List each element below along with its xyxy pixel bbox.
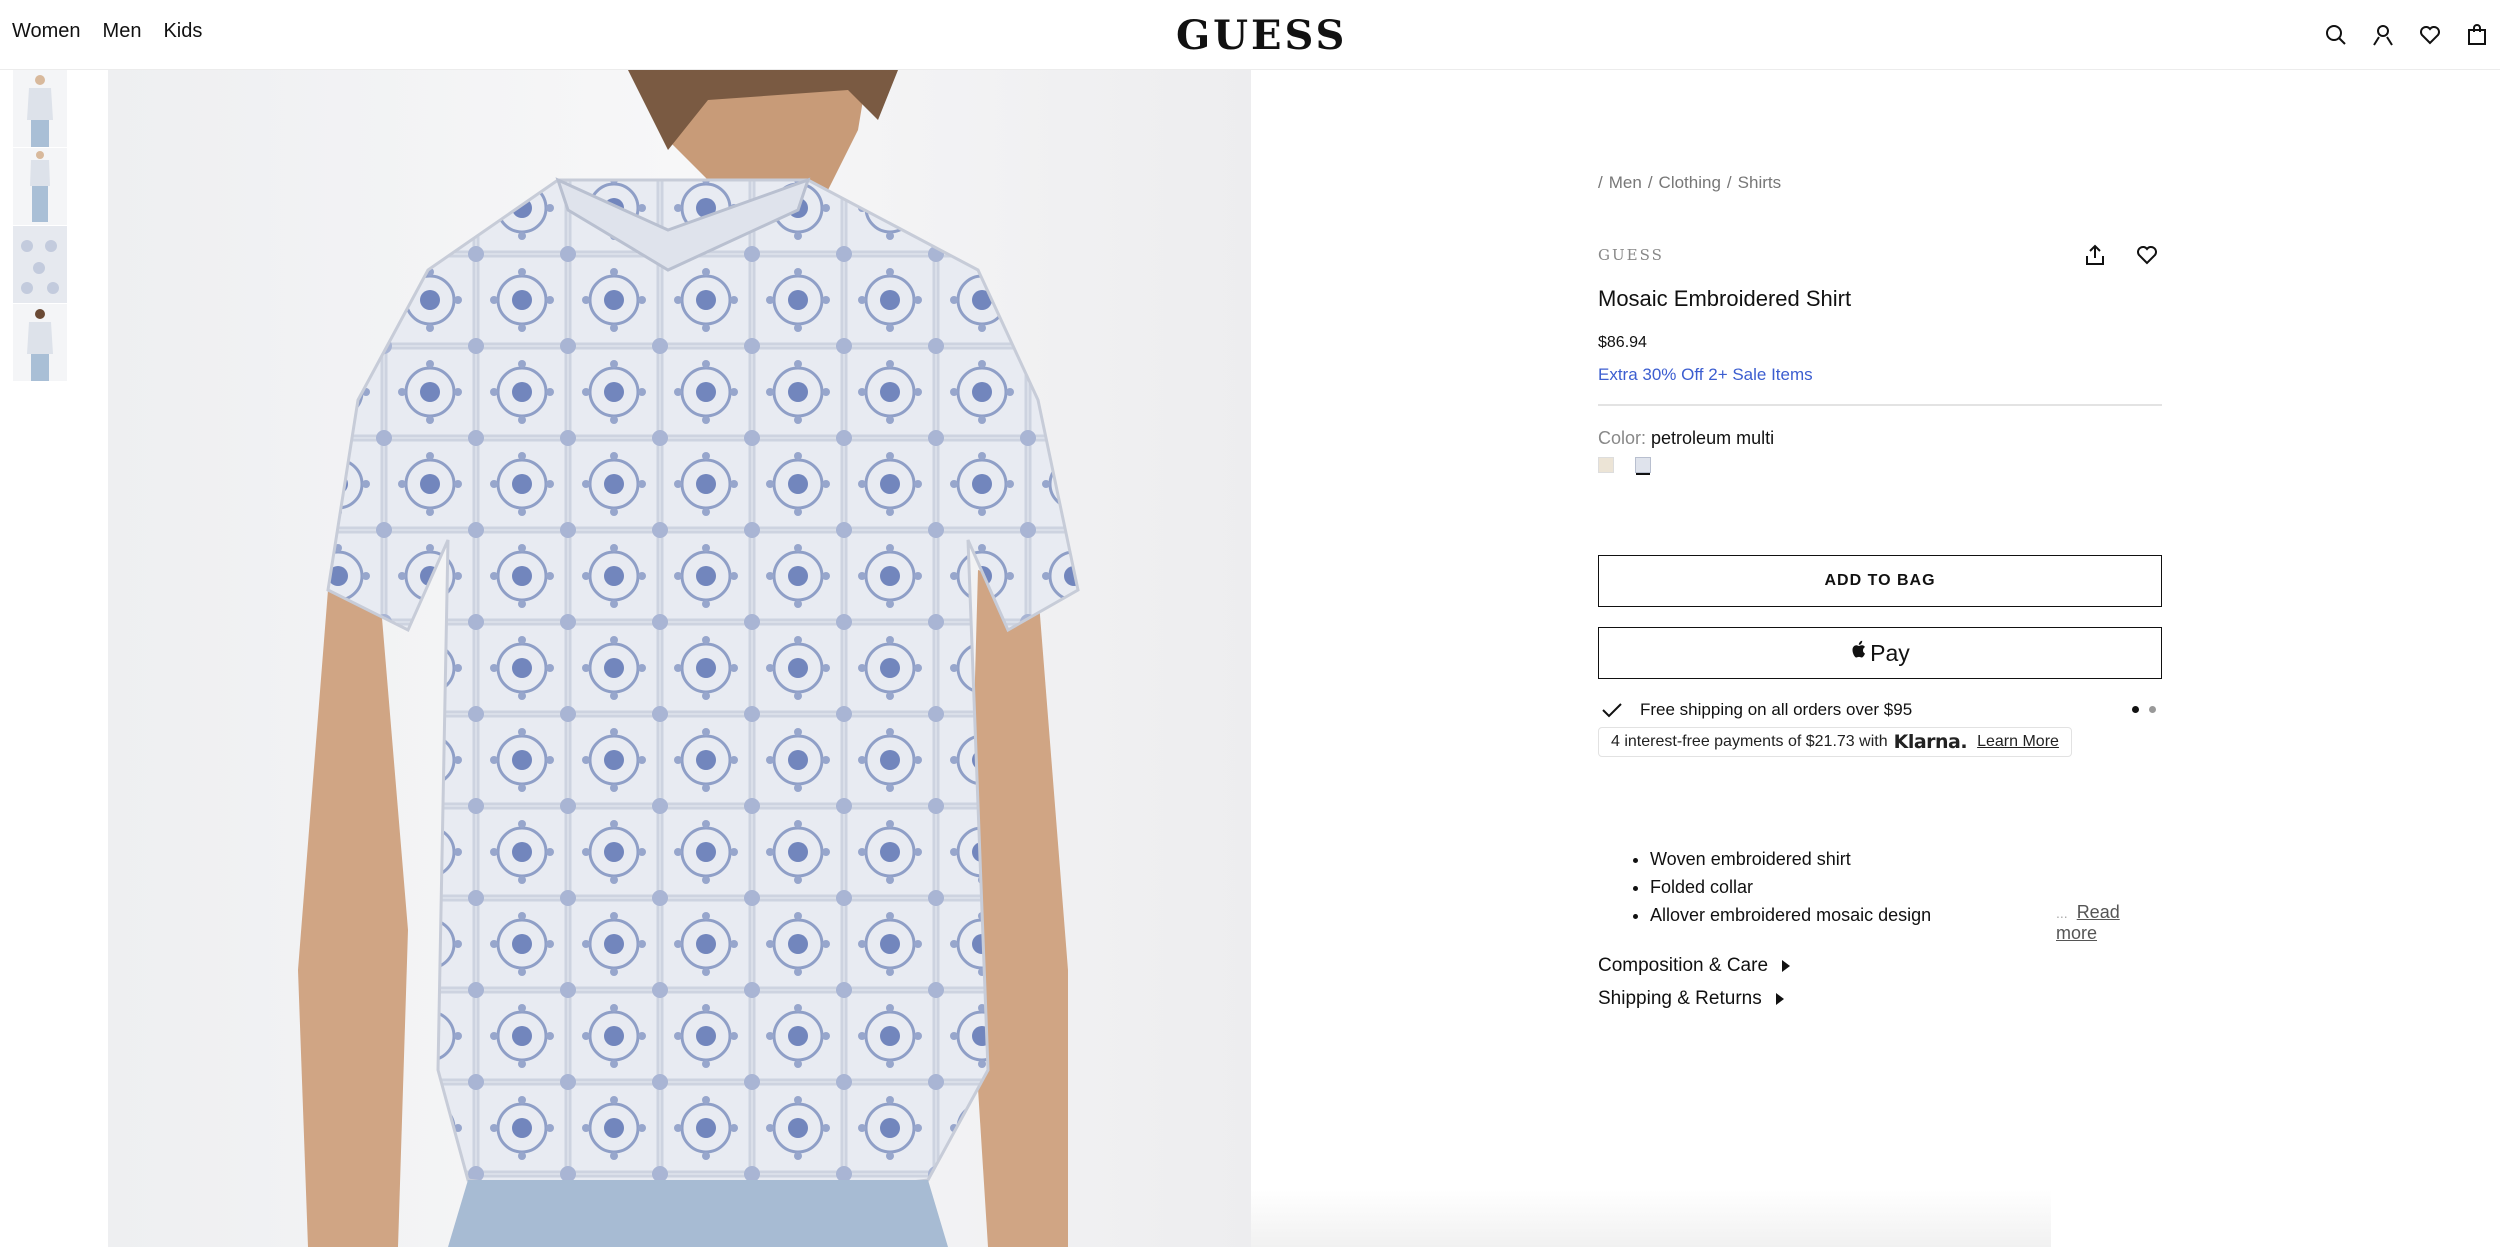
- shirt-full-thumbnail[interactable]: [13, 148, 67, 226]
- main-product-image[interactable]: [108, 70, 1251, 1247]
- color-swatch-petroleum-multi[interactable]: [1635, 457, 1651, 473]
- klarna-learn-more-link[interactable]: Learn More: [1977, 733, 2059, 751]
- color-label: Color:: [1598, 428, 1647, 448]
- feature-item: Allover embroidered mosaic design: [1650, 901, 1931, 929]
- shirt-back-thumbnail[interactable]: [13, 304, 67, 382]
- klarna-text: 4 interest-free payments of $21.73 with: [1611, 733, 1888, 750]
- apple-pay-label: Pay: [1870, 639, 1910, 666]
- caret-right-icon: [1782, 960, 1791, 972]
- banner-dot-1[interactable]: [2132, 706, 2139, 713]
- breadcrumb: / Men / Clothing / Shirts: [1598, 173, 1781, 193]
- feature-list: Woven embroidered shirt Folded collar Al…: [1650, 845, 1931, 929]
- product-title: Mosaic Embroidered Shirt: [1598, 286, 1852, 311]
- product-brand: GUESS: [1598, 246, 1664, 264]
- composition-care-accordion[interactable]: Composition & Care: [1598, 955, 1791, 977]
- site-header: Women Men Kids GUESS: [0, 0, 2500, 70]
- account-icon[interactable]: [2359, 18, 2406, 52]
- color-value: petroleum multi: [1651, 428, 1775, 448]
- breadcrumb-clothing[interactable]: Clothing: [1659, 173, 1721, 193]
- main-nav: Women Men Kids: [12, 20, 202, 43]
- shipping-banner: Free shipping on all orders over $95: [1598, 698, 2162, 724]
- search-icon[interactable]: [2312, 18, 2359, 52]
- product-price: $86.94: [1598, 334, 1647, 351]
- shipping-returns-accordion[interactable]: Shipping & Returns: [1598, 988, 1784, 1010]
- caret-right-icon: [1775, 993, 1784, 1005]
- wishlist-icon[interactable]: [2406, 18, 2453, 52]
- nav-kids[interactable]: Kids: [163, 20, 202, 43]
- apple-pay-button[interactable]: Pay: [1598, 627, 2162, 679]
- shipping-text: Free shipping on all orders over $95: [1640, 700, 1913, 719]
- nav-men[interactable]: Men: [103, 20, 142, 43]
- bottom-fade: [1251, 1190, 2051, 1247]
- read-more: ... Read more: [2056, 902, 2162, 944]
- color-swatches: [1598, 457, 1651, 473]
- klarna-banner: 4 interest-free payments of $21.73 with …: [1598, 727, 2072, 757]
- feature-item: Folded collar: [1650, 873, 1931, 901]
- banner-pagination: [2132, 706, 2156, 713]
- breadcrumb-separator: /: [1598, 173, 1603, 192]
- bag-icon[interactable]: [2453, 18, 2500, 52]
- apple-logo-icon: [1850, 639, 1868, 667]
- feature-item: Woven embroidered shirt: [1650, 845, 1931, 873]
- ellipsis: ...: [2056, 905, 2068, 921]
- divider: [1598, 404, 2162, 406]
- thumbnail-list: [13, 70, 67, 382]
- add-to-bag-button[interactable]: ADD TO BAG: [1598, 555, 2162, 607]
- breadcrumb-men[interactable]: Men: [1609, 173, 1642, 193]
- accordion-label: Composition & Care: [1598, 955, 1769, 976]
- breadcrumb-separator: /: [1726, 173, 1732, 192]
- share-icon[interactable]: [2080, 240, 2110, 270]
- breadcrumb-shirts[interactable]: Shirts: [1738, 173, 1781, 193]
- nav-women[interactable]: Women: [12, 20, 81, 43]
- color-swatch-cream[interactable]: [1598, 457, 1614, 473]
- promo-link[interactable]: Extra 30% Off 2+ Sale Items: [1598, 365, 1813, 385]
- shirt-detail-thumbnail[interactable]: [13, 226, 67, 304]
- banner-dot-2[interactable]: [2149, 706, 2156, 713]
- color-selector-label: Color: petroleum multi: [1598, 428, 1774, 449]
- header-icons: [2312, 18, 2500, 52]
- add-to-wishlist-icon[interactable]: [2132, 240, 2162, 270]
- check-icon: [1600, 698, 1624, 727]
- breadcrumb-separator: /: [1647, 173, 1653, 192]
- shirt-front-thumbnail[interactable]: [13, 70, 67, 148]
- guess-logo[interactable]: GUESS: [1176, 12, 1347, 59]
- accordion-label: Shipping & Returns: [1598, 988, 1762, 1009]
- klarna-logo: Klarna.: [1893, 731, 1968, 753]
